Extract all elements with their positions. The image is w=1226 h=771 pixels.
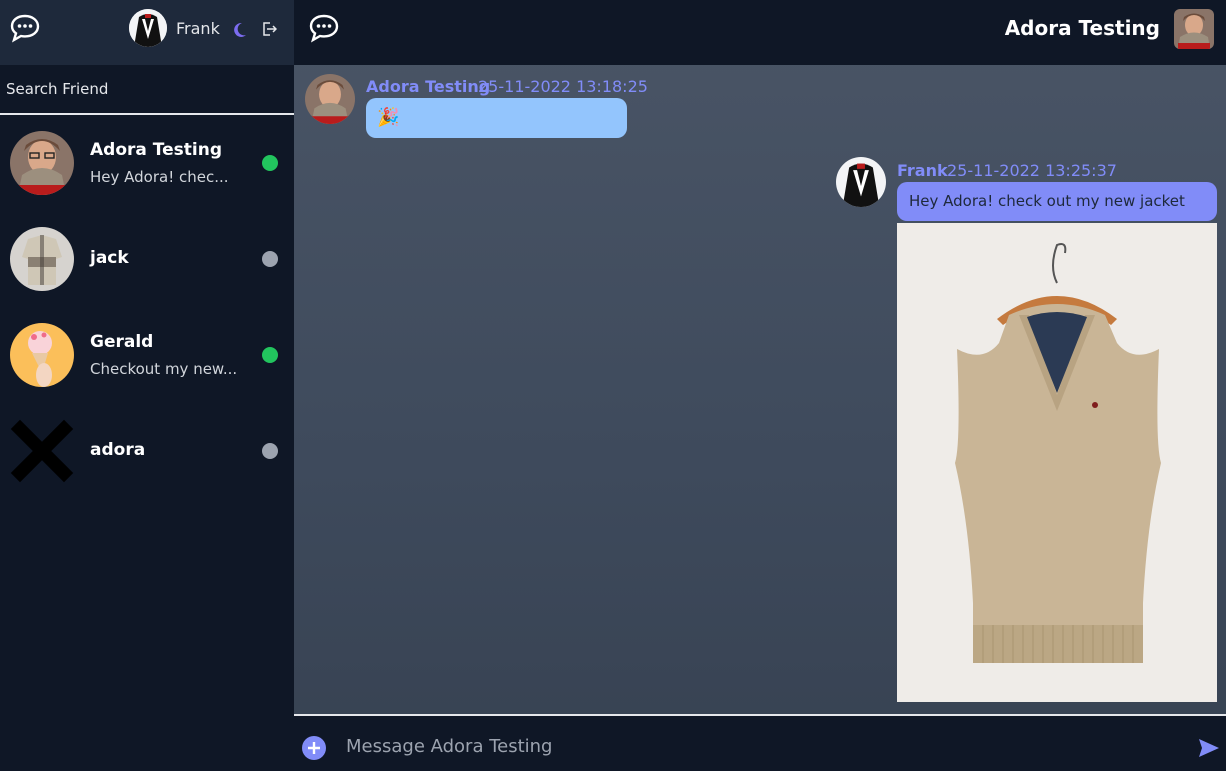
chat-panel: Adora Testing Adora Testing 25-11-2022 1… [294, 0, 1226, 771]
add-attachment-button[interactable] [302, 736, 326, 760]
message-sender: Frank [897, 161, 948, 180]
avatar [10, 227, 74, 291]
contact-name: Gerald [90, 332, 154, 352]
message-composer [294, 714, 1226, 771]
message-bubble: Hey Adora! check out my new jacket [897, 182, 1217, 221]
message-timestamp: 25-11-2022 13:25:37 [947, 161, 1117, 180]
send-icon[interactable] [1198, 738, 1220, 758]
message-text: 🎉 [377, 107, 400, 128]
online-status-indicator [262, 347, 278, 363]
avatar [10, 131, 74, 195]
search-input[interactable] [0, 65, 294, 113]
contact-preview: Checkout my new... [90, 360, 238, 378]
plus-icon [308, 742, 320, 754]
online-status-indicator [262, 155, 278, 171]
message-timestamp: 25-11-2022 13:18:25 [478, 77, 648, 96]
chat-header: Adora Testing [294, 0, 1226, 65]
search-friend[interactable] [0, 65, 294, 115]
message-bubble: 🎉 [366, 98, 627, 138]
contact-item-adora[interactable]: adora [0, 419, 294, 515]
chat-bubble-logo-icon[interactable] [9, 13, 41, 43]
contact-item-jack[interactable]: jack [0, 227, 294, 323]
contact-item-adora-testing[interactable]: Adora Testing Hey Adora! chec... [0, 131, 294, 227]
sidebar: Frank Adora Testing Hey Adora! chec... [0, 0, 294, 771]
contact-name: Adora Testing [90, 140, 222, 160]
message-input[interactable] [346, 730, 1146, 762]
offline-status-indicator [262, 251, 278, 267]
contact-preview: Hey Adora! chec... [90, 168, 229, 186]
chat-title: Adora Testing [1004, 16, 1160, 40]
message-sender: Adora Testing [366, 77, 491, 96]
avatar [305, 74, 355, 124]
avatar [10, 419, 74, 483]
contact-name: adora [90, 440, 146, 460]
offline-status-indicator [262, 443, 278, 459]
chat-bubble-logo-icon [309, 14, 339, 43]
avatar[interactable] [129, 9, 167, 47]
avatar [836, 157, 886, 207]
logout-icon[interactable] [261, 21, 277, 37]
sweater-vest-photo[interactable] [897, 223, 1217, 702]
sidebar-header: Frank [0, 0, 294, 65]
contact-item-gerald[interactable]: Gerald Checkout my new... [0, 323, 294, 419]
avatar[interactable] [1174, 9, 1214, 49]
moon-icon[interactable] [230, 21, 248, 39]
contact-name: jack [90, 248, 129, 268]
current-user-name: Frank [176, 19, 220, 38]
avatar [10, 323, 74, 387]
message-text: Hey Adora! check out my new jacket [909, 192, 1185, 210]
